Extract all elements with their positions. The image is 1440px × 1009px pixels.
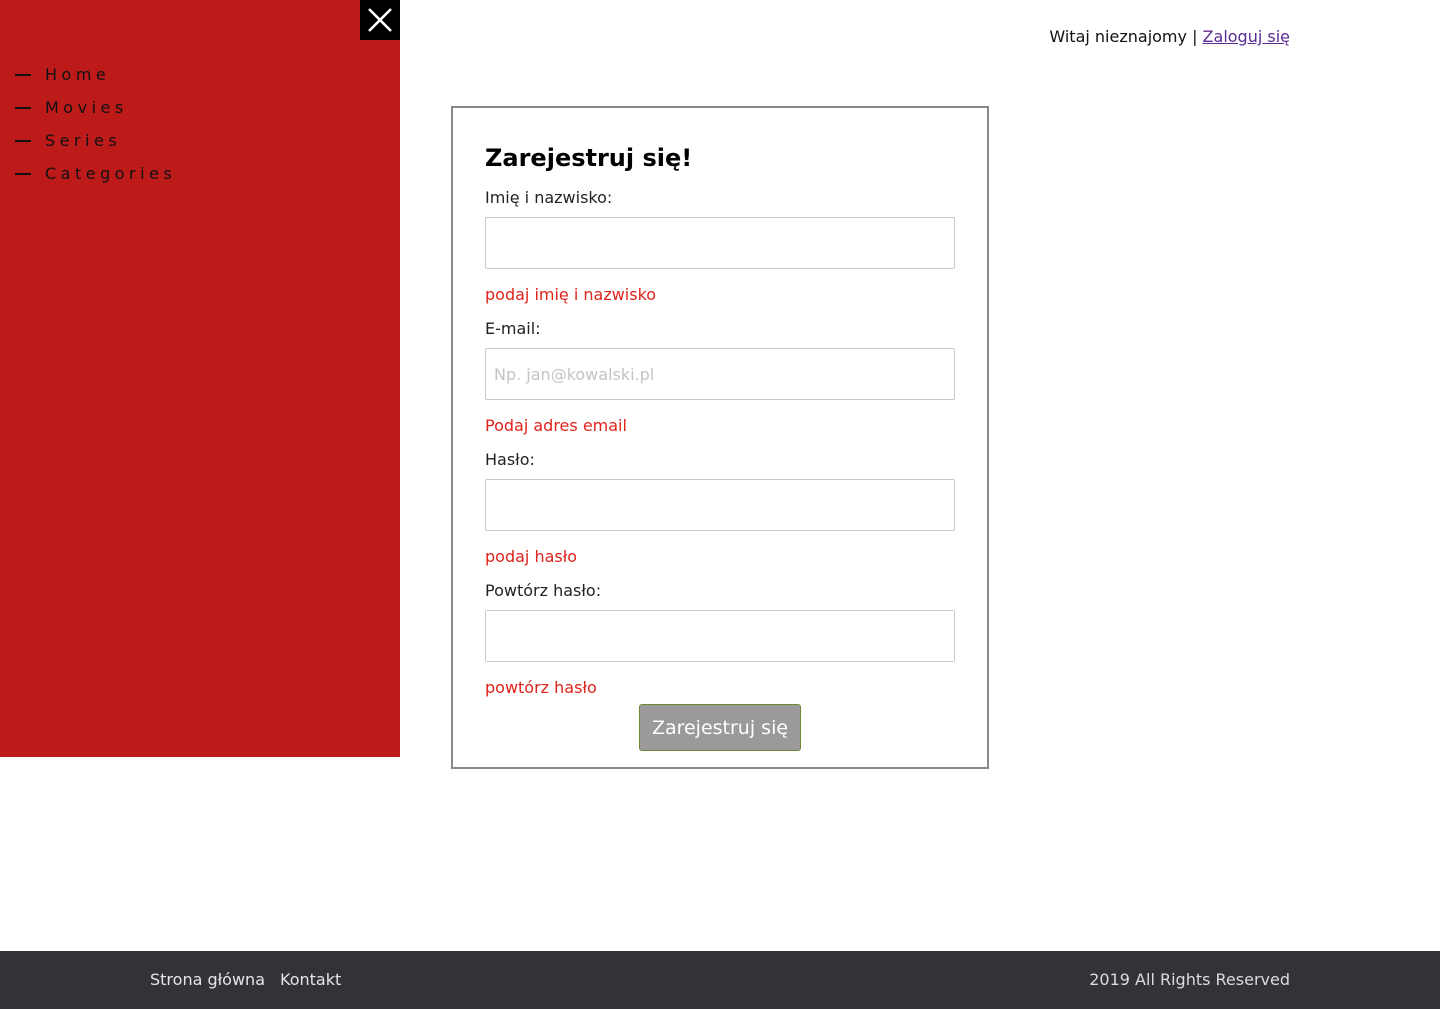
page: moview Witaj nieznajomy | Zaloguj się Ho… bbox=[0, 0, 1440, 1009]
close-sidebar-button[interactable] bbox=[360, 0, 400, 40]
name-hint: podaj imię i nazwisko bbox=[485, 285, 657, 304]
form-title: Zarejestruj się! bbox=[485, 144, 693, 172]
footer-links: Strona główna Kontakt bbox=[150, 970, 341, 989]
sidebar-item-categories[interactable]: Categories bbox=[15, 157, 176, 190]
dash-icon bbox=[15, 106, 31, 109]
register-button[interactable]: Zarejestruj się bbox=[638, 704, 802, 751]
password-label: Hasło: bbox=[485, 450, 535, 469]
sidebar-item-label: Movies bbox=[45, 98, 128, 117]
sidebar-item-series[interactable]: Series bbox=[15, 124, 176, 157]
password-field[interactable] bbox=[485, 479, 955, 531]
sidebar-item-home[interactable]: Home bbox=[15, 58, 176, 91]
repeat-password-label: Powtórz hasło: bbox=[485, 581, 602, 600]
sidebar-nav: Home Movies Series Categories bbox=[15, 58, 176, 190]
footer-link-home[interactable]: Strona główna bbox=[150, 970, 265, 989]
email-hint: Podaj adres email bbox=[485, 416, 627, 435]
submit-wrapper: Zarejestruj się bbox=[485, 704, 955, 751]
dash-icon bbox=[15, 139, 31, 142]
close-icon bbox=[368, 8, 392, 32]
login-link[interactable]: Zaloguj się bbox=[1203, 27, 1290, 46]
password-hint: podaj hasło bbox=[485, 547, 578, 566]
footer: Strona główna Kontakt 2019 All Rights Re… bbox=[0, 951, 1440, 1009]
dash-icon bbox=[15, 73, 31, 76]
name-label: Imię i nazwisko: bbox=[485, 188, 613, 207]
greeting-text: Witaj nieznajomy | bbox=[1049, 27, 1198, 46]
repeat-password-field[interactable] bbox=[485, 610, 955, 662]
email-label: E-mail: bbox=[485, 319, 541, 338]
registration-form: Zarejestruj się! Imię i nazwisko: podaj … bbox=[451, 106, 989, 769]
dash-icon bbox=[15, 172, 31, 175]
sidebar-item-movies[interactable]: Movies bbox=[15, 91, 176, 124]
sidebar-item-label: Series bbox=[45, 131, 122, 150]
repeat-password-hint: powtórz hasło bbox=[485, 678, 597, 697]
footer-link-contact[interactable]: Kontakt bbox=[280, 970, 341, 989]
user-greeting: Witaj nieznajomy | Zaloguj się bbox=[1049, 27, 1290, 46]
sidebar-menu: Home Movies Series Categories bbox=[0, 0, 400, 757]
copyright-text: 2019 All Rights Reserved bbox=[1089, 970, 1290, 989]
sidebar-item-label: Categories bbox=[45, 164, 177, 183]
sidebar-item-label: Home bbox=[45, 65, 111, 84]
name-field[interactable] bbox=[485, 217, 955, 269]
email-field[interactable] bbox=[485, 348, 955, 400]
